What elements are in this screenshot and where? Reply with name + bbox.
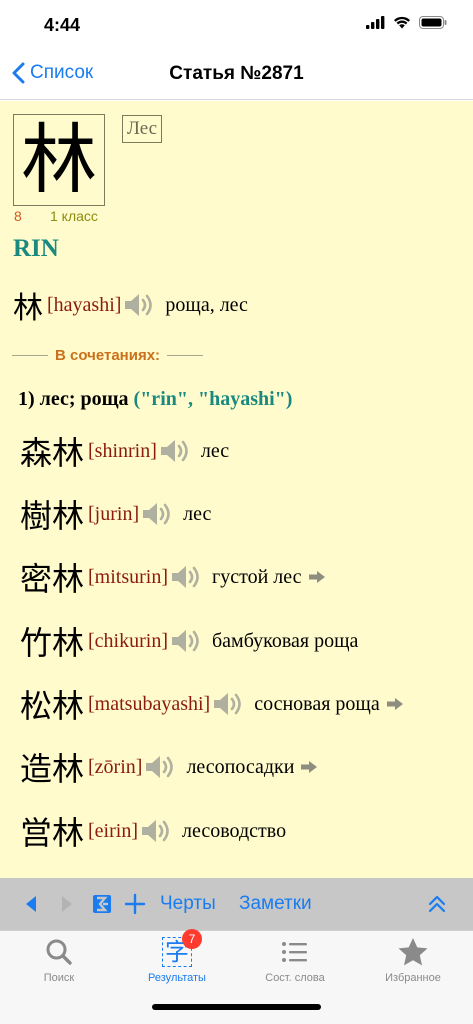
search-icon xyxy=(0,935,118,969)
stroke-count: 8 xyxy=(14,208,22,224)
speaker-icon[interactable] xyxy=(170,627,204,655)
combination-reading: [matsubayashi] xyxy=(88,692,211,715)
combination-reading: [eirin] xyxy=(88,819,138,842)
combination-reading: [zōrin] xyxy=(88,755,143,778)
speaker-icon[interactable] xyxy=(144,753,178,781)
combination-row[interactable]: 造林 [zōrin] лесопосадки xyxy=(20,744,318,790)
kanji-structure-icon xyxy=(93,895,111,913)
combination-gloss: бамбуковая роща xyxy=(212,629,359,652)
next-button[interactable] xyxy=(60,878,74,930)
speaker-icon[interactable] xyxy=(212,690,246,718)
wifi-icon xyxy=(394,16,410,29)
combination-row[interactable]: 松林 [matsubayashi] сосновая роща xyxy=(20,681,404,727)
previous-button[interactable] xyxy=(24,878,38,930)
combinations-label: В сочетаниях: xyxy=(55,347,161,364)
tab-compound-words[interactable]: Сост. слова xyxy=(236,931,354,991)
kanji-character: 林 xyxy=(21,115,97,204)
onyomi-reading: RIN xyxy=(13,235,59,262)
kanji-icon: 字 xyxy=(118,935,236,969)
speaker-icon[interactable] xyxy=(141,500,175,528)
notes-button[interactable]: Заметки xyxy=(239,878,312,930)
combination-word: 営林 xyxy=(20,814,85,852)
strokes-button-label: Черты xyxy=(160,893,216,914)
combination-word: 樹林 xyxy=(20,497,85,535)
page-title: Статья №2871 xyxy=(169,63,304,84)
combination-row[interactable]: 竹林 [chikurin] бамбуковая роща xyxy=(20,618,358,664)
tab-search[interactable]: Поиск xyxy=(0,931,118,991)
divider-line xyxy=(12,355,48,356)
meaning-readings: ("rin", "hayashi") xyxy=(133,388,293,410)
combination-gloss: лес xyxy=(200,439,230,462)
combination-gloss: лесоводство xyxy=(182,819,287,842)
combination-row[interactable]: 樹林 [jurin] лес xyxy=(20,491,211,537)
double-chevron-up-icon xyxy=(428,895,446,913)
combination-word: 松林 xyxy=(20,687,85,725)
combination-word: 密林 xyxy=(20,560,85,598)
combination-reading: [shinrin] xyxy=(88,439,157,462)
school-grade: 1 класс xyxy=(50,208,98,224)
bottom-toolbar: Черты Заметки xyxy=(0,878,473,930)
battery-icon xyxy=(419,16,447,29)
status-time: 4:44 xyxy=(44,15,81,35)
tab-label: Поиск xyxy=(43,972,75,984)
divider-line xyxy=(167,355,204,356)
kun-reading-row: 林 [hayashi] роща, лес xyxy=(13,283,248,327)
add-button[interactable] xyxy=(124,878,146,930)
tab-results[interactable]: 字 7 Результаты xyxy=(118,929,236,991)
navigation-bar: Список Статья №2871 xyxy=(0,50,473,100)
kun-reading: [hayashi] xyxy=(47,293,122,316)
combination-word: 竹林 xyxy=(20,624,85,662)
arrow-right-icon[interactable] xyxy=(386,697,404,711)
speaker-icon[interactable] xyxy=(140,817,174,845)
combination-reading: [mitsurin] xyxy=(88,565,169,588)
combination-gloss: густой лес xyxy=(212,565,302,588)
triangle-right-icon xyxy=(62,896,72,912)
meaning-title: 1) лес; роща xyxy=(18,388,129,410)
list-icon xyxy=(236,935,354,969)
combination-row[interactable]: 営林 [eirin] лесоводство xyxy=(20,808,286,854)
results-badge: 7 xyxy=(182,929,202,949)
entry-content[interactable]: 林 Лес 8 1 класс RIN 林 [hayashi] роща, ле… xyxy=(0,101,473,878)
plus-icon xyxy=(124,893,146,915)
combinations-divider: В сочетаниях: xyxy=(12,347,204,364)
combination-row[interactable]: 密林 [mitsurin] густой лес xyxy=(20,554,326,600)
speaker-icon[interactable] xyxy=(159,437,193,465)
tab-label: Избранное xyxy=(385,972,441,984)
home-indicator xyxy=(152,1004,321,1010)
kanji-structure-button[interactable] xyxy=(92,878,112,930)
arrow-right-icon[interactable] xyxy=(308,570,326,584)
combination-reading: [chikurin] xyxy=(88,629,168,652)
scroll-top-button[interactable] xyxy=(428,878,446,930)
combination-row[interactable]: 森林 [shinrin] лес xyxy=(20,428,229,474)
status-icons xyxy=(366,16,447,29)
speaker-icon[interactable] xyxy=(123,291,157,319)
kun-gloss: роща, лес xyxy=(165,293,248,316)
combination-word: 森林 xyxy=(20,434,85,472)
combination-reading: [jurin] xyxy=(88,502,140,525)
speaker-icon[interactable] xyxy=(170,563,204,591)
kun-word: 林 xyxy=(13,291,43,326)
tab-label: Сост. слова xyxy=(265,972,325,984)
kanji-card[interactable]: 林 xyxy=(13,114,105,206)
strokes-button[interactable]: Черты xyxy=(160,878,216,930)
tab-favorites[interactable]: Избранное xyxy=(354,931,472,991)
combination-gloss: лес xyxy=(183,502,212,525)
kanji-meaning: Лес xyxy=(122,115,163,143)
combination-gloss: лесопосадки xyxy=(186,755,295,778)
combination-word: 造林 xyxy=(20,750,85,788)
meaning-heading: 1) лес; роща ("rin", "hayashi") xyxy=(18,388,292,411)
signal-icon xyxy=(366,16,385,29)
triangle-left-icon xyxy=(26,896,36,912)
combination-gloss: сосновая роща xyxy=(254,692,380,715)
status-bar: 4:44 xyxy=(0,0,473,50)
arrow-right-icon[interactable] xyxy=(300,760,318,774)
notes-button-label: Заметки xyxy=(239,893,312,914)
star-icon xyxy=(354,935,472,969)
tab-label: Результаты xyxy=(148,972,206,984)
